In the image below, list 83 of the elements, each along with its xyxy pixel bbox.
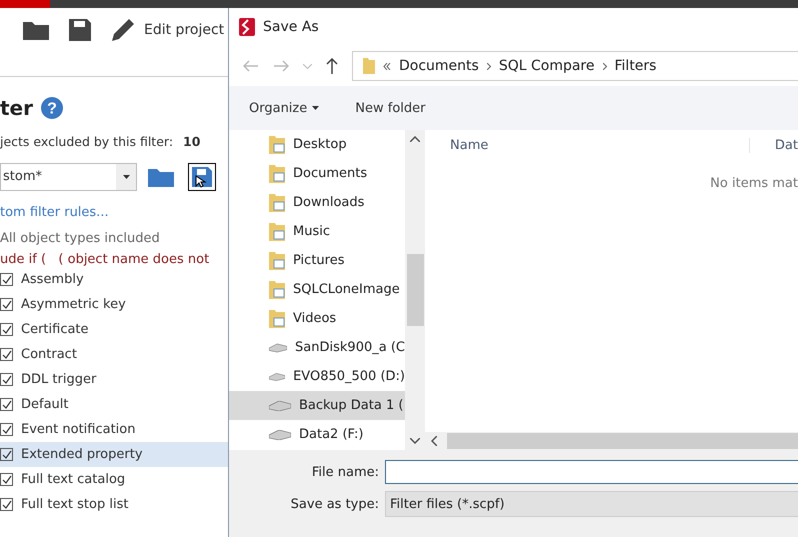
app-logo-icon <box>239 18 255 36</box>
breadcrumb-item[interactable]: Filters <box>614 58 656 74</box>
checkbox[interactable] <box>0 273 13 286</box>
object-type-item[interactable]: DDL trigger <box>0 367 228 392</box>
checkbox[interactable] <box>0 323 13 336</box>
save-icon[interactable] <box>68 18 92 42</box>
object-type-item[interactable]: Default <box>0 392 228 417</box>
checkbox[interactable] <box>0 398 13 411</box>
double-chevron-icon[interactable] <box>383 62 391 70</box>
checkbox[interactable] <box>0 423 13 436</box>
object-type-item[interactable]: Extended property <box>0 442 228 467</box>
scroll-up-icon[interactable] <box>410 136 420 142</box>
scroll-left-icon[interactable] <box>431 436 437 446</box>
address-bar[interactable]: Documents SQL Compare Filters <box>352 51 798 81</box>
scrollbar-thumb[interactable] <box>447 433 798 449</box>
filter-preset-dropdown[interactable]: stom* <box>0 163 137 191</box>
save-as-type-label: Save as type: <box>290 496 380 512</box>
nav-item[interactable]: SQLCLoneImage <box>229 275 405 304</box>
object-type-item[interactable]: Assembly <box>0 267 228 292</box>
column-header[interactable]: Name <box>425 138 750 152</box>
nav-item[interactable]: Desktop <box>229 130 405 159</box>
scrollbar-thumb[interactable] <box>406 254 424 326</box>
nav-item[interactable]: Data2 (F:) <box>229 420 405 449</box>
filter-summary: All object types included <box>0 231 161 246</box>
file-name-field[interactable] <box>385 460 798 484</box>
column-header[interactable]: Dat <box>750 138 798 152</box>
drive-icon <box>269 400 291 410</box>
folder-icon <box>269 194 285 212</box>
chevron-right-icon[interactable] <box>602 62 606 70</box>
pencil-icon <box>110 17 136 43</box>
help-icon[interactable]: ? <box>41 97 63 119</box>
edit-project-button[interactable]: Edit project <box>144 22 224 38</box>
folder-icon <box>269 136 285 154</box>
nav-item[interactable]: Backup Data 1 ( <box>229 391 405 420</box>
save-as-type-dropdown[interactable]: Filter files (*.scpf) <box>385 491 798 517</box>
nav-item[interactable]: Music <box>229 217 405 246</box>
chevron-right-icon[interactable] <box>486 62 491 70</box>
excluded-count: 10 <box>183 134 200 149</box>
nav-item[interactable]: SanDisk900_a (C <box>229 333 405 362</box>
nav-item[interactable]: Pictures <box>229 246 405 275</box>
folder-icon <box>269 280 285 298</box>
checkbox[interactable] <box>0 473 13 486</box>
nav-item[interactable]: Videos <box>229 304 405 333</box>
file-name-label: File name: <box>310 464 380 480</box>
object-type-item[interactable]: Asymmetric key <box>0 292 228 317</box>
object-type-item[interactable]: Event notification <box>0 417 228 442</box>
checkbox[interactable] <box>0 373 13 386</box>
folder-icon[interactable] <box>22 19 50 41</box>
breadcrumb-item[interactable]: Documents <box>399 58 479 74</box>
object-type-item[interactable]: Full text catalog <box>0 467 228 492</box>
nav-item[interactable]: Documents <box>229 159 405 188</box>
nav-item[interactable]: Downloads <box>229 188 405 217</box>
folder-icon <box>269 310 285 328</box>
organize-button[interactable]: Organize <box>249 100 320 116</box>
folder-icon[interactable] <box>147 166 175 188</box>
checkbox[interactable] <box>0 448 13 461</box>
object-type-item[interactable]: Full text stop list <box>0 492 228 517</box>
new-folder-button[interactable]: New folder <box>355 100 426 116</box>
empty-message: No items mat <box>709 175 798 193</box>
save-filter-button[interactable] <box>188 163 216 191</box>
scroll-down-icon[interactable] <box>410 438 420 444</box>
object-type-item[interactable]: Certificate <box>0 317 228 342</box>
folder-icon <box>269 252 285 270</box>
nav-item[interactable]: EVO850_500 (D:) <box>229 362 405 391</box>
caret-icon <box>312 106 320 110</box>
excluded-label: jects excluded by this filter: <box>0 134 174 149</box>
folder-icon <box>363 58 375 74</box>
checkbox[interactable] <box>0 298 13 311</box>
filter-heading: ter <box>0 96 33 120</box>
caret-icon <box>122 175 130 179</box>
breadcrumb-item[interactable]: SQL Compare <box>498 58 594 74</box>
folder-icon <box>269 164 285 182</box>
checkbox[interactable] <box>0 348 13 361</box>
drive-icon <box>269 430 291 440</box>
window-title: Save As <box>263 19 319 35</box>
drive-icon <box>269 342 288 352</box>
checkbox[interactable] <box>0 498 13 511</box>
drive-icon <box>269 372 286 382</box>
filter-rule: ude if ( ( object name does not <box>0 252 210 267</box>
up-arrow-icon[interactable] <box>326 58 338 74</box>
custom-filter-rules-link[interactable]: tom filter rules... <box>0 205 228 220</box>
folder-icon <box>269 222 285 240</box>
object-type-item[interactable]: Contract <box>0 342 228 367</box>
